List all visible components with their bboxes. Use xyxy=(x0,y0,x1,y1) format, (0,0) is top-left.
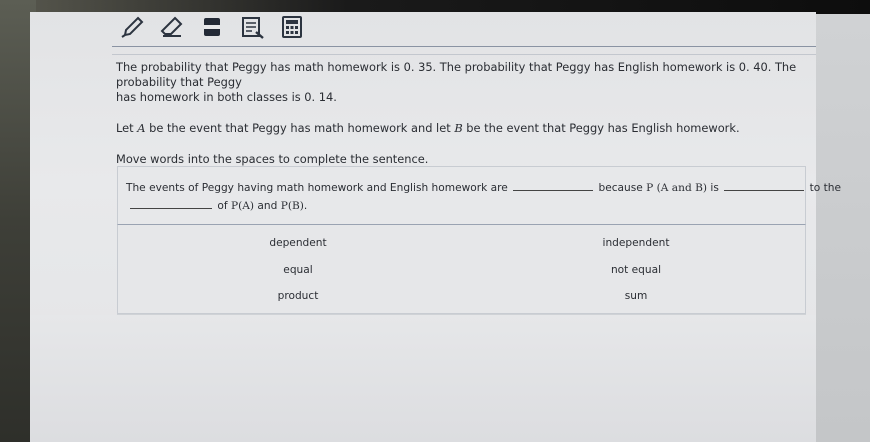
word-bank: dependent independent equal not equal pr… xyxy=(117,224,806,314)
event-b-symbol: B xyxy=(454,121,463,135)
notepad-icon xyxy=(242,17,264,39)
probability-a: P(A) xyxy=(230,200,255,212)
word-dependent[interactable]: dependent xyxy=(265,235,330,251)
sentence-line-1: The events of Peggy having math homework… xyxy=(126,179,841,194)
eraser-icon xyxy=(160,16,183,37)
toolbar-divider-dark xyxy=(112,46,816,47)
lower-page-area xyxy=(30,315,816,442)
probability-b: P(B) xyxy=(280,200,304,212)
drop-blank-1[interactable] xyxy=(513,179,594,191)
notes-tool[interactable] xyxy=(232,14,272,40)
word-product[interactable]: product xyxy=(274,288,323,304)
sentence-box: The events of Peggy having math homework… xyxy=(117,166,841,225)
right-background xyxy=(814,14,870,442)
pencil-tool[interactable] xyxy=(112,14,152,40)
word-equal[interactable]: equal xyxy=(279,262,316,278)
pencil-icon xyxy=(121,16,144,38)
word-sum[interactable]: sum xyxy=(621,288,652,304)
eraser-tool[interactable] xyxy=(152,14,192,40)
toolbar xyxy=(112,14,312,40)
word-independent[interactable]: independent xyxy=(599,235,674,251)
sentence-line-2: of P(A) and P(B). xyxy=(128,197,307,212)
drop-blank-2[interactable] xyxy=(724,179,805,191)
word-not-equal[interactable]: not equal xyxy=(607,262,665,278)
question-text: The probability that Peggy has math home… xyxy=(116,60,816,177)
calculator-tool[interactable] xyxy=(272,14,312,40)
toolbar-divider-light xyxy=(112,54,816,55)
highlighter-tool[interactable] xyxy=(192,14,232,40)
question-paragraph-2: Let A be the event that Peggy has math h… xyxy=(116,121,740,135)
question-paragraph-1: The probability that Peggy has math home… xyxy=(116,60,797,104)
instruction-text: Move words into the spaces to complete t… xyxy=(116,152,429,166)
drop-blank-3[interactable] xyxy=(130,197,212,209)
calculator-icon xyxy=(282,16,302,38)
highlighter-icon xyxy=(204,18,220,36)
joint-probability-expression: P (A and B) xyxy=(646,182,708,194)
